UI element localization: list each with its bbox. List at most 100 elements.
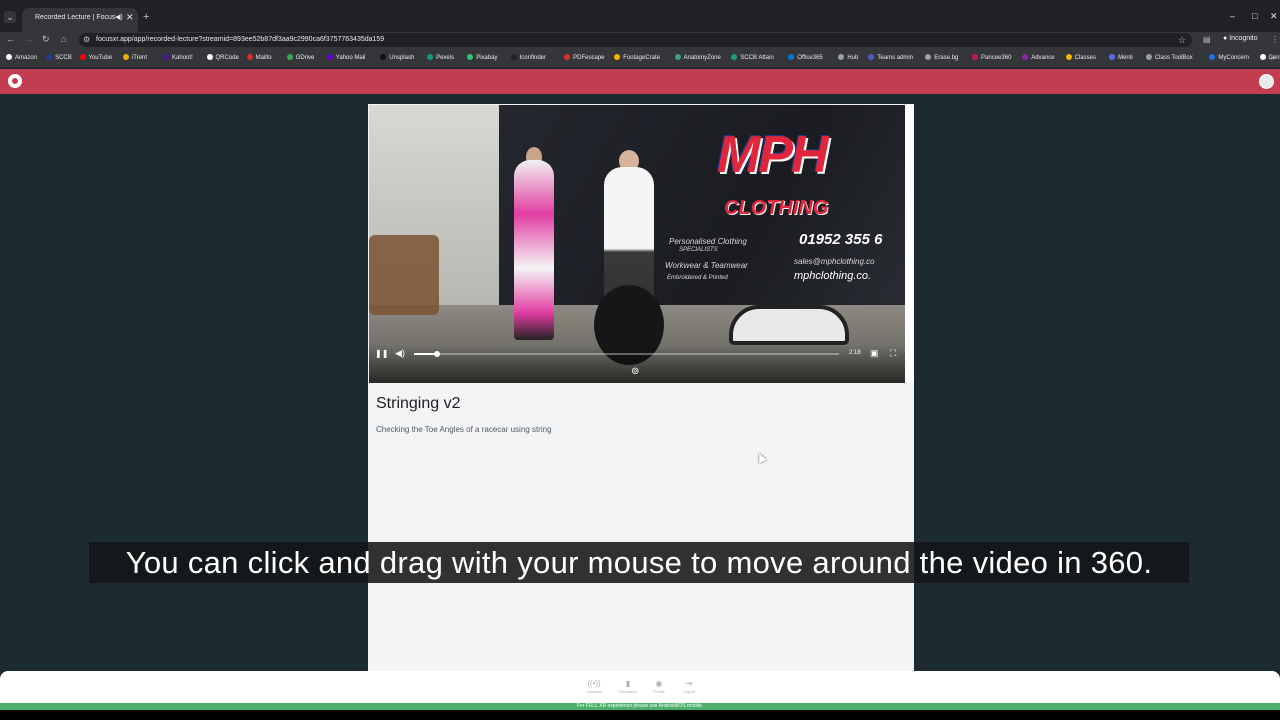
address-bar[interactable]: ⚙ focusxr.app/app/recorded-lecture?strea… — [79, 33, 1192, 47]
reload-icon[interactable]: ↻ — [42, 34, 50, 45]
incognito-indicator[interactable]: ● Incognito — [1223, 35, 1258, 42]
bookmark-favicon-icon — [510, 54, 517, 60]
bookmark-item[interactable]: Unsplash — [380, 54, 414, 64]
video-caption: You can click and drag with your mouse t… — [89, 542, 1189, 583]
vr-headset-icon[interactable]: ⊚ — [631, 366, 639, 377]
bookmark-item[interactable]: PDFescape — [564, 54, 605, 64]
lecture-panel: MPH CLOTHING 01952 355 6 Personalised Cl… — [368, 104, 914, 694]
tab-search-button[interactable]: ⌄ — [4, 11, 16, 23]
bookmark-item[interactable]: AnatomyZone — [674, 54, 721, 64]
bookmark-item[interactable]: Menti — [1109, 54, 1133, 64]
bookmark-favicon-icon — [1145, 54, 1152, 60]
picture-in-picture-icon[interactable]: ▣ — [870, 348, 879, 359]
volume-icon[interactable]: ◀) — [395, 348, 405, 359]
tab-title: Recorded Lecture | FocusXR — [35, 14, 115, 21]
bookmark-item[interactable]: SCCB Attain — [731, 54, 774, 64]
bookmark-star-icon[interactable]: ☆ — [1178, 35, 1186, 46]
bookmark-item[interactable]: GDrive — [286, 54, 315, 64]
minimize-button[interactable]: – — [1230, 11, 1235, 21]
bookmark-item[interactable]: Teams admin — [868, 54, 913, 64]
video-360-player[interactable]: MPH CLOTHING 01952 355 6 Personalised Cl… — [369, 105, 905, 383]
back-icon[interactable]: ← — [6, 34, 15, 44]
nav-recorded[interactable]: ▮ Recorded — [614, 679, 642, 694]
progress-bar[interactable] — [414, 351, 839, 357]
bookmark-item[interactable]: Office365 — [788, 54, 823, 64]
bookmark-item[interactable]: Pexels — [427, 54, 454, 64]
speaker-icon[interactable]: ◀) — [115, 13, 123, 21]
bookmark-item[interactable]: Kahoot! — [163, 54, 193, 64]
bookmark-label: YouTube — [88, 55, 113, 61]
bottom-nav: ((•)) Lectures ▮ Recorded ◉ Profile ⇥ Lo… — [0, 671, 1280, 703]
bookmark-item[interactable]: Mailto — [246, 54, 272, 64]
incognito-label: Incognito — [1229, 35, 1258, 42]
bookmark-item[interactable]: Classes — [1065, 54, 1096, 64]
focusxr-logo-icon[interactable] — [8, 74, 22, 88]
bookmark-label: Mailto — [255, 55, 272, 61]
extensions-icon[interactable]: ▤ — [1203, 35, 1211, 44]
bookmark-item[interactable]: Century — [1259, 54, 1280, 64]
tab-close-button[interactable]: ✕ — [126, 12, 134, 23]
lectures-icon: ((•)) — [587, 679, 601, 688]
forward-icon[interactable]: → — [24, 34, 33, 44]
app-header — [0, 69, 1280, 94]
bookmark-favicon-icon — [564, 54, 571, 60]
bookmark-item[interactable]: MyConcern — [1209, 54, 1249, 64]
bookmark-favicon-icon — [1109, 54, 1116, 60]
bookmark-label: GDrive — [295, 55, 315, 61]
bookmark-label: SCCB — [55, 55, 72, 61]
maximize-button[interactable]: □ — [1252, 11, 1257, 21]
bookmark-item[interactable]: Hub — [838, 54, 858, 64]
bookmark-label: Century — [1268, 55, 1280, 61]
nav-label: Logout — [682, 689, 696, 694]
bookmark-item[interactable]: Pancee360 — [972, 54, 1011, 64]
bookmark-item[interactable]: Class ToolBox — [1145, 54, 1193, 64]
video-time: 2:18 — [849, 350, 861, 356]
bookmark-label: Kahoot! — [172, 55, 193, 61]
bookmark-label: iTrent — [131, 55, 148, 61]
nav-lectures[interactable]: ((•)) Lectures — [580, 679, 608, 694]
video-scrollbar[interactable] — [905, 104, 914, 382]
browser-tab-bar: ⌄ Recorded Lecture | FocusXR ◀) ✕ + – □ … — [0, 0, 1280, 32]
bookmark-item[interactable]: FootageCrate — [614, 54, 660, 64]
home-icon[interactable]: ⌂ — [61, 34, 66, 44]
screen-bottom-edge — [0, 710, 1280, 720]
bookmark-item[interactable]: Pixabay — [467, 54, 498, 64]
bookmark-favicon-icon — [246, 54, 253, 60]
close-window-button[interactable]: ✕ — [1270, 11, 1278, 22]
fullscreen-icon[interactable]: ⛶ — [890, 348, 896, 359]
nav-profile[interactable]: ◉ Profile — [645, 679, 673, 694]
incognito-icon: ● — [1223, 35, 1228, 42]
bookmark-item[interactable]: Yahoo Mail — [326, 54, 365, 64]
bookmark-favicon-icon — [788, 54, 795, 60]
bookmark-item[interactable]: Erase.bg — [925, 54, 958, 64]
bookmark-label: Iconfinder — [519, 55, 546, 61]
site-info-icon[interactable]: ⚙ — [83, 35, 90, 44]
nav-logout[interactable]: ⇥ Logout — [675, 679, 703, 694]
xr-notice-text: For FULL XR experience please use Androi… — [576, 703, 704, 709]
user-avatar-icon[interactable] — [1259, 74, 1274, 89]
menu-kebab-icon[interactable]: ⋮ — [1271, 35, 1279, 44]
progress-handle[interactable] — [434, 351, 441, 357]
racecar-body — [729, 305, 849, 345]
banner-phone: 01952 355 6 — [799, 231, 883, 248]
bookmark-favicon-icon — [972, 54, 979, 60]
bookmark-favicon-icon — [46, 54, 53, 60]
bookmark-favicon-icon — [122, 54, 129, 60]
browser-tab[interactable]: Recorded Lecture | FocusXR ◀) ✕ — [22, 8, 138, 32]
pause-icon[interactable]: ❚❚ — [375, 349, 388, 358]
bookmark-item[interactable]: Iconfinder — [510, 54, 546, 64]
bookmark-item[interactable]: QRCode — [206, 54, 239, 64]
new-tab-button[interactable]: + — [143, 11, 149, 23]
banner-line: Workwear & Teamwear — [665, 261, 748, 270]
bookmark-item[interactable]: Amazon — [6, 54, 37, 64]
bookmark-favicon-icon — [838, 54, 845, 60]
bookmark-label: Menti — [1118, 55, 1133, 61]
bookmark-label: Class ToolBox — [1154, 55, 1193, 61]
bookmark-item[interactable]: YouTube — [79, 54, 113, 64]
bookmark-item[interactable]: iTrent — [122, 54, 148, 64]
bookmark-label: Hub — [847, 55, 859, 61]
url-text[interactable]: focusxr.app/app/recorded-lecture?streami… — [96, 36, 384, 43]
bookmark-label: Advance — [1031, 55, 1055, 61]
bookmark-item[interactable]: SCCB — [46, 54, 72, 64]
bookmark-item[interactable]: Advance — [1022, 54, 1055, 64]
